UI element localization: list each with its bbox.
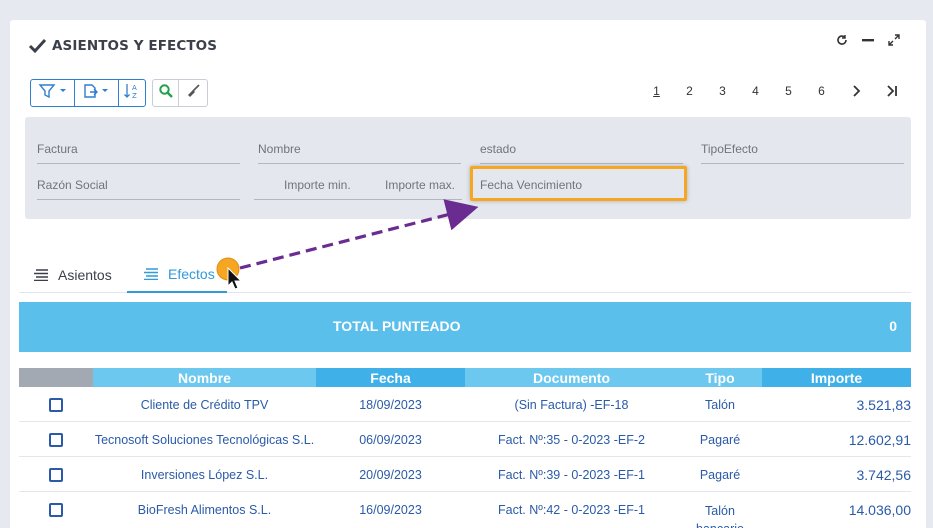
row-checkbox[interactable] [49, 432, 63, 447]
tab-asientos-label: Asientos [58, 266, 112, 283]
page-2[interactable]: 2 [673, 84, 706, 98]
svg-text:Z: Z [132, 92, 137, 100]
check-icon [28, 36, 48, 56]
tab-asientos[interactable]: Asientos [33, 256, 112, 293]
chevron-right-icon[interactable] [838, 84, 874, 98]
row-documento: (Sin Factura) -EF-18 [514, 397, 629, 412]
row-importe: 12.602,91 [848, 431, 911, 448]
table-row[interactable]: Cliente de Crédito TPV 18/09/2023 (Sin F… [19, 387, 911, 422]
row-fecha: 20/09/2023 [359, 467, 422, 482]
toolbar-group-secondary [152, 79, 208, 107]
row-fecha: 16/09/2023 [359, 502, 422, 517]
tab-efectos[interactable]: Efectos [127, 256, 227, 293]
row-fecha: 06/09/2023 [359, 432, 422, 447]
toolbar-group-primary: AZ [30, 79, 146, 107]
broom-icon [185, 83, 201, 103]
row-nombre: Cliente de Crédito TPV [140, 397, 269, 412]
panel-title: ASIENTOS Y EFECTOS [52, 38, 218, 54]
search-button[interactable] [153, 80, 179, 106]
pagination: 1 2 3 4 5 6 [640, 84, 910, 98]
list-icon [33, 268, 49, 281]
expand-icon[interactable] [886, 32, 902, 48]
tab-efectos-label: Efectos [168, 265, 215, 282]
row-documento: Fact. Nº:39 - 0-2023 -EF-1 [498, 467, 645, 482]
total-label: TOTAL PUNTEADO [333, 318, 461, 334]
factura-filter[interactable]: Factura [37, 140, 240, 164]
col-nombre[interactable]: Nombre [93, 368, 316, 387]
toolbar: AZ [30, 79, 208, 107]
razon-social-filter[interactable]: Razón Social [37, 176, 240, 200]
tab-bar: Asientos Efectos [19, 256, 911, 293]
row-documento: Fact. Nº:35 - 0-2023 -EF-2 [498, 432, 645, 447]
total-bar: TOTAL PUNTEADO 0 [19, 302, 911, 352]
row-checkbox[interactable] [49, 467, 63, 482]
list-icon [143, 267, 159, 280]
tipo-efecto-filter[interactable]: TipoEfecto [701, 140, 904, 164]
row-nombre: BioFresh Alimentos S.L. [137, 502, 272, 517]
col-fecha[interactable]: Fecha [316, 368, 465, 387]
row-nombre: Tecnosoft Soluciones Tecnológicas S.L. [94, 432, 315, 447]
panel-header: ASIENTOS Y EFECTOS [28, 35, 217, 57]
search-icon [158, 83, 174, 103]
page-4[interactable]: 4 [739, 84, 772, 98]
row-importe: 3.742,56 [856, 466, 912, 483]
export-icon [82, 83, 112, 103]
col-documento[interactable]: Documento [465, 368, 678, 387]
page-6[interactable]: 6 [805, 84, 838, 98]
col-importe[interactable]: Importe [762, 368, 911, 387]
svg-text:A: A [132, 84, 137, 92]
col-select [19, 368, 93, 387]
table-row[interactable]: BioFresh Alimentos S.L. 16/09/2023 Fact.… [19, 492, 911, 528]
export-button[interactable] [75, 80, 119, 106]
importe-max-filter[interactable]: Importe max. [385, 176, 465, 200]
table-row[interactable]: Inversiones López S.L. 20/09/2023 Fact. … [19, 457, 911, 492]
filter-panel [25, 117, 911, 219]
table-row[interactable]: Tecnosoft Soluciones Tecnológicas S.L. 0… [19, 422, 911, 457]
refresh-icon[interactable] [834, 32, 850, 48]
nombre-filter[interactable]: Nombre [258, 140, 461, 164]
row-tipo: Pagaré [699, 467, 741, 482]
col-tipo[interactable]: Tipo [678, 368, 762, 387]
window-controls [834, 32, 902, 48]
page-5[interactable]: 5 [772, 84, 805, 98]
minimize-icon[interactable] [860, 32, 876, 48]
row-importe: 3.521,83 [856, 396, 912, 413]
row-tipo: Talón bancario [696, 504, 744, 528]
row-importe: 14.036,00 [848, 501, 911, 518]
filter-button[interactable] [31, 80, 75, 106]
clear-filters-button[interactable] [179, 80, 207, 106]
row-documento: Fact. Nº:42 - 0-2023 -EF-1 [498, 502, 645, 517]
sort-icon: AZ [123, 82, 141, 104]
row-fecha: 18/09/2023 [359, 397, 422, 412]
filter-icon [38, 83, 68, 103]
sort-button[interactable]: AZ [119, 80, 145, 106]
page-3[interactable]: 3 [706, 84, 739, 98]
last-page-icon[interactable] [874, 84, 910, 98]
table-header: Nombre Fecha Documento Tipo Importe [19, 368, 911, 387]
total-value: 0 [889, 318, 897, 334]
row-tipo: Talón [705, 397, 735, 412]
estado-filter[interactable]: estado [480, 140, 683, 164]
row-checkbox[interactable] [49, 502, 63, 517]
row-tipo: Pagaré [699, 432, 741, 447]
page-1[interactable]: 1 [640, 84, 673, 98]
row-checkbox[interactable] [49, 397, 63, 412]
fecha-vencimiento-highlight [470, 166, 687, 201]
row-nombre: Inversiones López S.L. [140, 467, 269, 482]
importe-min-label: Importe min. [284, 178, 351, 192]
